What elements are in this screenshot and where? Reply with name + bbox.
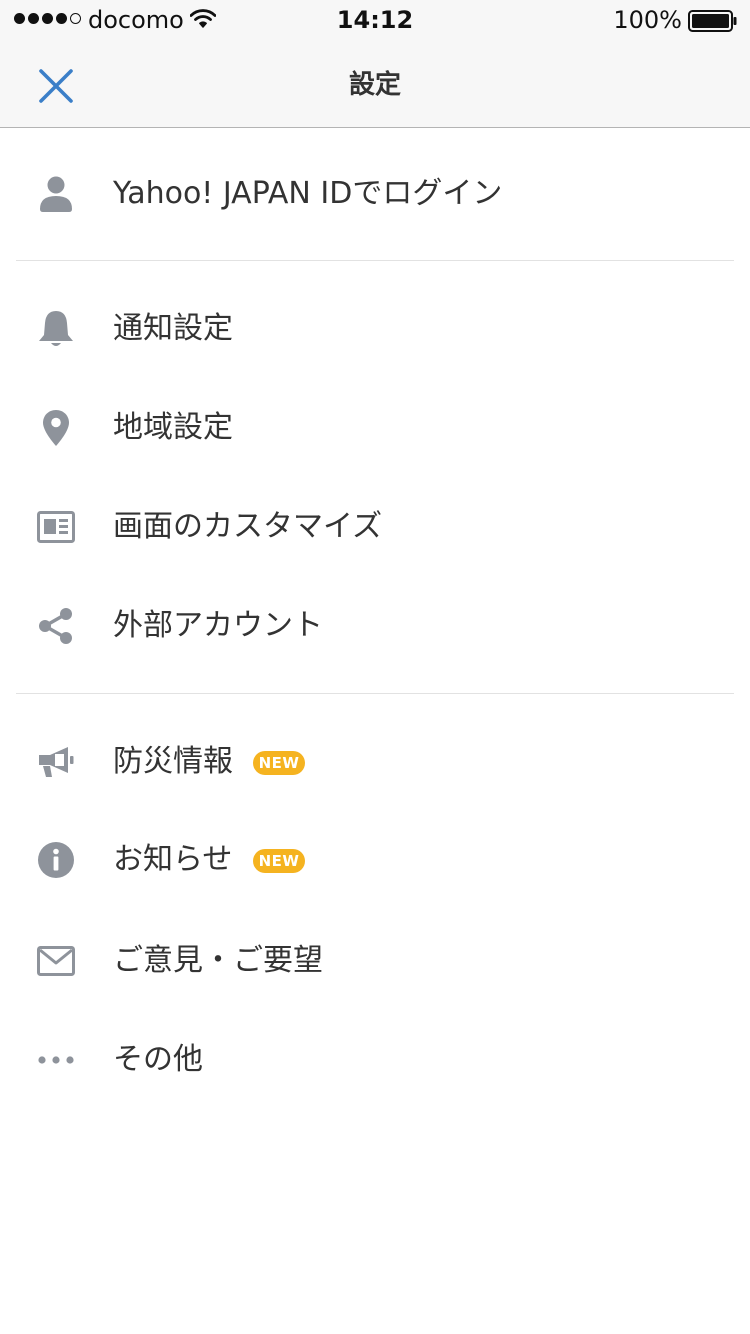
menu-item-label: お知らせ <box>113 842 233 877</box>
envelope-icon <box>32 939 80 983</box>
newspaper-icon <box>32 505 80 549</box>
person-icon <box>32 172 80 216</box>
menu-item-notification[interactable]: 通知設定 <box>0 281 750 377</box>
menu-item-label: 外部アカウント <box>113 608 323 643</box>
menu-item-external-accounts[interactable]: 外部アカウント <box>0 578 750 674</box>
page-title: 設定 <box>348 70 401 100</box>
menu-item-label: ご意見・ご要望 <box>113 943 323 978</box>
map-pin-icon <box>32 406 80 450</box>
bell-icon <box>32 307 80 351</box>
megaphone-icon <box>32 740 80 784</box>
battery-percentage: 100% <box>613 6 682 34</box>
menu-item-label: Yahoo! JAPAN IDでログイン <box>113 176 503 211</box>
navigation-bar: docomo 14:12 100% 設定 <box>0 0 750 128</box>
menu-item-label: 防災情報 <box>113 744 233 779</box>
menu-item-customize[interactable]: 画面のカスタマイズ <box>0 479 750 575</box>
menu-item-other[interactable]: その他 <box>0 1012 750 1108</box>
section-divider <box>16 260 734 261</box>
battery-icon <box>688 10 738 36</box>
menu-item-label: 画面のカスタマイズ <box>113 509 383 544</box>
status-bar: docomo 14:12 100% <box>0 0 750 40</box>
info-icon <box>32 838 80 882</box>
menu-item-label: 地域設定 <box>113 410 233 445</box>
new-badge: NEW <box>253 849 305 873</box>
menu-item-label: 通知設定 <box>113 311 233 346</box>
menu-item-feedback[interactable]: ご意見・ご要望 <box>0 913 750 1009</box>
menu-item-notices[interactable]: お知らせ NEW <box>0 812 750 908</box>
menu-item-login[interactable]: Yahoo! JAPAN IDでログイン <box>0 146 750 242</box>
share-icon <box>32 604 80 648</box>
menu-item-label: その他 <box>113 1042 203 1077</box>
menu-item-region[interactable]: 地域設定 <box>0 380 750 476</box>
section-divider <box>16 693 734 694</box>
menu-item-disaster-info[interactable]: 防災情報 NEW <box>0 714 750 810</box>
new-badge: NEW <box>253 751 305 775</box>
more-dots-icon <box>32 1038 80 1082</box>
